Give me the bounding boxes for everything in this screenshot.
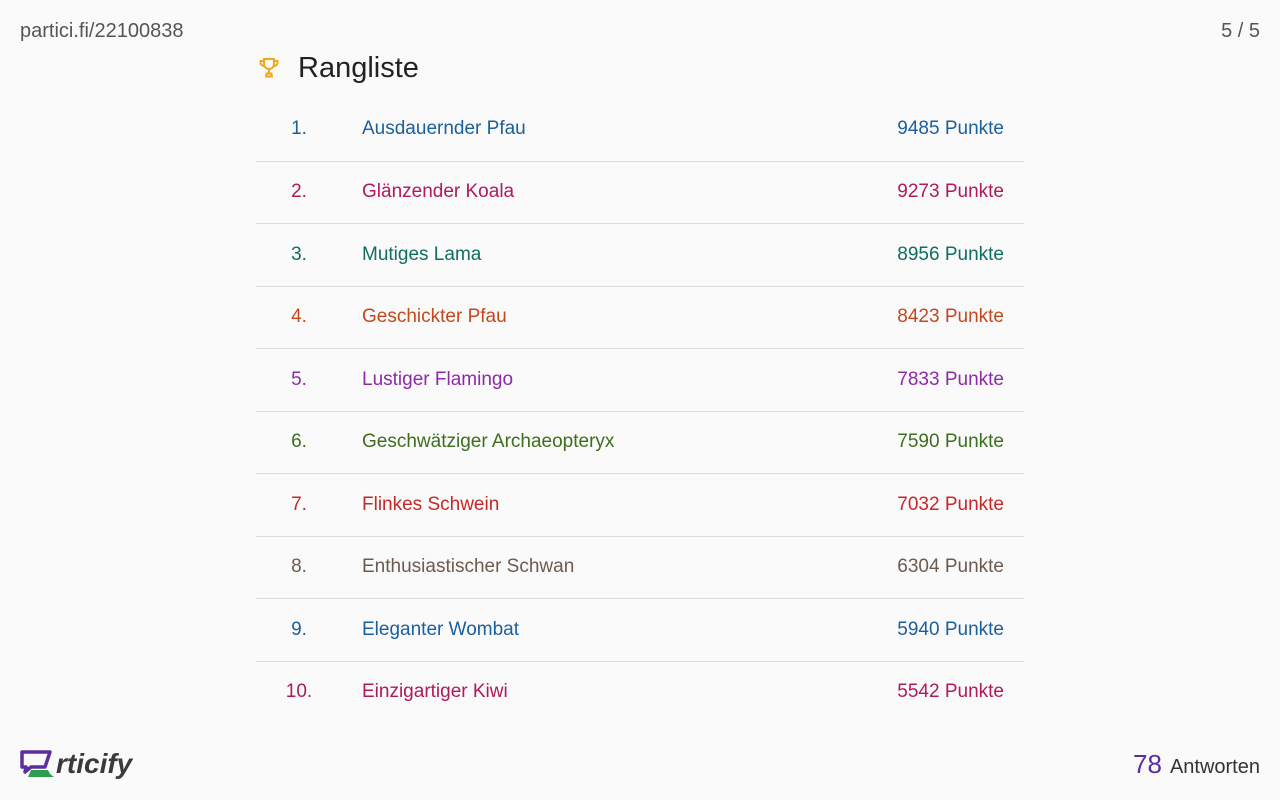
leaderboard-points: 8956 Punkte [897,243,1004,265]
leaderboard-rank: 7. [291,493,307,515]
leaderboard-row: 1. Ausdauernder Pfau 9485 Punkte [256,98,1024,161]
leaderboard-row: 9. Eleganter Wombat 5940 Punkte [256,598,1024,661]
leaderboard-name: Ausdauernder Pfau [362,118,526,140]
responses-label: Antworten [1169,756,1260,778]
responses-count: 78 [1133,749,1162,779]
particify-logo: rticify [20,748,132,780]
leaderboard-row: 8. Enthusiastischer Schwan 6304 Punkte [256,535,1024,599]
leaderboard-name: Lustiger Flamingo [362,368,514,390]
leaderboard-header: Rangliste [256,50,419,86]
responses-counter: 78 Antworten [1133,749,1260,780]
leaderboard-name: Geschickter Pfau [362,306,507,328]
leaderboard-rank: 9. [291,618,307,640]
leaderboard-points: 7833 Punkte [897,368,1004,390]
particify-logo-text: rticify [56,748,133,779]
leaderboard-row: 7. Flinkes Schwein 7032 Punkte [256,473,1024,536]
leaderboard-rank: 2. [291,181,307,203]
leaderboard-row: 2. Glänzender Koala 9273 Punkte [256,160,1024,224]
leaderboard-points: 5940 Punkte [897,618,1004,640]
leaderboard-points: 7590 Punkte [897,431,1004,453]
trophy-icon [256,55,282,81]
leaderboard-name: Enthusiastischer Schwan [362,556,575,578]
leaderboard-rank: 1. [291,118,307,140]
leaderboard-rank: 8. [291,556,307,578]
leaderboard-points: 8423 Punkte [897,306,1004,328]
leaderboard-rank: 4. [291,306,307,328]
leaderboard-row: 4. Geschickter Pfau 8423 Punkte [256,285,1024,349]
leaderboard-name: Mutiges Lama [362,243,482,265]
leaderboard-points: 7032 Punkte [897,493,1004,515]
leaderboard-row: 3. Mutiges Lama 8956 Punkte [256,223,1024,286]
leaderboard-points: 6304 Punkte [897,556,1004,578]
leaderboard-name: Geschwätziger Archaeopteryx [362,431,615,453]
leaderboard-name: Glänzender Koala [362,181,515,203]
leaderboard-points: 9485 Punkte [897,118,1004,140]
leaderboard-rank: 3. [291,243,307,265]
join-url: partici.fi/22100838 [20,20,184,42]
leaderboard-list: 1. Ausdauernder Pfau 9485 Punkte 2. Glänzend… [256,98,1024,723]
page-title: Rangliste [298,51,419,84]
leaderboard-row: 6. Geschwätziger Archaeopteryx 7590 Punkte [256,410,1024,474]
particify-logo-icon [20,750,54,777]
leaderboard-rank: 5. [291,368,307,390]
leaderboard-name: Eleganter Wombat [362,618,520,640]
slide-counter: 5 / 5 [1221,20,1260,42]
leaderboard-row: 5. Lustiger Flamingo 7833 Punkte [256,348,1024,411]
leaderboard-points: 5542 Punkte [897,681,1004,703]
leaderboard-rank: 6. [291,431,307,453]
leaderboard-points: 9273 Punkte [897,181,1004,203]
leaderboard-row: 10. Einzigartiger Kiwi 5542 Punkte [256,660,1024,724]
leaderboard-name: Flinkes Schwein [362,493,500,515]
leaderboard-rank: 10. [285,681,313,703]
leaderboard-name: Einzigartiger Kiwi [362,681,508,703]
